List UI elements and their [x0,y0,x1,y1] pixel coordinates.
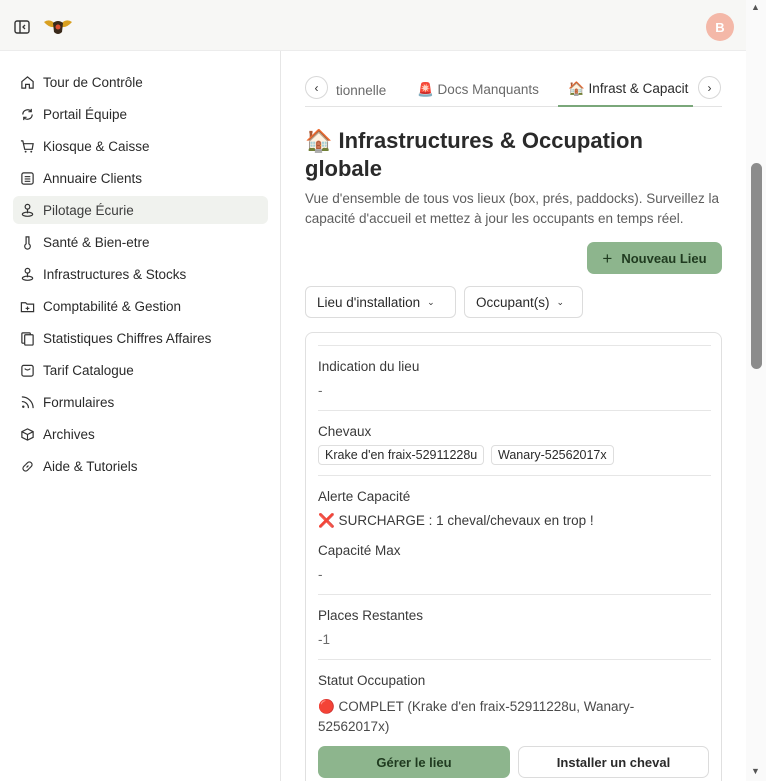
sidebar-item-label: Pilotage Écurie [43,202,134,218]
sidebar-item-comptabilite-gestion[interactable]: Comptabilité & Gestion [13,292,268,320]
chevron-right-icon: › [707,80,712,95]
sidebar-item-label: Aide & Tutoriels [43,458,138,474]
main-content: ‹ tionnelle 🚨 Docs Manquants 🏠 Infrast &… [281,51,746,781]
sidebar-item-tarif-catalogue[interactable]: Tarif Catalogue [13,356,268,384]
avatar[interactable]: B [706,13,734,41]
tab-docs-manquants[interactable]: 🚨 Docs Manquants [417,73,547,107]
filter-occupants-dropdown[interactable]: Occupant(s) ⌄ [464,286,583,318]
sidebar-item-label: Infrastructures & Stocks [43,266,187,282]
divider [318,345,711,346]
filter-occupants-label: Occupant(s) [476,294,550,310]
sidebar-item-label: Formulaires [43,394,115,410]
thermometer-icon [24,235,31,250]
scrollbar[interactable]: ▲ ▼ [746,0,766,781]
filter-location-label: Lieu d'installation [317,294,421,310]
home-icon [21,75,34,89]
location-icon [21,267,34,281]
location-icon [21,203,34,217]
plus-icon: + [602,248,613,268]
location-card: Indication du lieu - Chevaux Krake d'en … [305,332,722,781]
sidebar-item-statistiques-chiffres-affaires[interactable]: Statistiques Chiffres Affaires [13,324,268,352]
sidebar-item-aide-tutoriels[interactable]: Aide & Tutoriels [13,452,268,480]
tab-bar: ‹ tionnelle 🚨 Docs Manquants 🏠 Infrast &… [305,73,722,107]
divider [318,594,711,595]
sidebar-item-portail-equipe[interactable]: Portail Équipe [13,100,268,128]
sidebar-item-infrastructures-stocks[interactable]: Infrastructures & Stocks [13,260,268,288]
list-icon [21,171,34,185]
sidebar: Tour de Contrôle Portail Équipe Kiosque & … [0,51,281,781]
remaining-places-label: Places Restantes [318,608,424,623]
manage-location-button[interactable]: Gérer le lieu [318,746,510,778]
sidebar-item-archives[interactable]: Archives [13,420,268,448]
divider [318,410,711,411]
scroll-down-icon[interactable]: ▼ [751,766,760,776]
tab-scroll-right-button[interactable]: › [698,76,721,99]
refresh-icon [22,108,33,120]
box-icon [21,427,34,441]
sidebar-item-label: Tarif Catalogue [43,362,134,378]
sidebar-item-label: Portail Équipe [43,106,128,122]
filter-location-dropdown[interactable]: Lieu d'installation ⌄ [305,286,456,318]
sidebar-item-label: Statistiques Chiffres Affaires [43,330,212,346]
capacity-max-value: - [318,567,323,582]
sidebar-item-label: Tour de Contrôle [43,74,143,90]
sidebar-item-formulaires[interactable]: Formulaires [13,388,268,416]
occupancy-status-label: Statut Occupation [318,673,426,688]
horses-label: Chevaux [318,424,372,439]
new-location-button[interactable]: + Nouveau Lieu [587,242,722,274]
sidebar-item-sante-bien-etre[interactable]: Santé & Bien-etre [13,228,268,256]
chevron-down-icon: ⌄ [556,296,565,307]
link-icon [22,460,33,472]
horse-chip[interactable]: Wanary-52562017x [491,445,614,465]
page-title: 🏠 Infrastructures & Occupation globale [305,128,643,181]
remaining-places-value: -1 [318,632,331,647]
install-horse-button[interactable]: Installer un cheval [518,746,709,778]
page-description: Vue d'ensemble de tous vos lieux (box, p… [305,191,720,226]
calendar-icon [21,364,34,377]
scroll-up-icon[interactable]: ▲ [751,2,760,12]
new-location-label: Nouveau Lieu [621,250,707,266]
scrollbar-thumb[interactable] [751,163,762,369]
top-bar: B [0,0,746,51]
sidebar-item-label: Kiosque & Caisse [43,138,150,154]
sidebar-item-label: Comptabilité & Gestion [43,298,182,314]
capacity-alert-label: Alerte Capacité [318,489,411,504]
rss-icon [21,395,34,408]
sidebar-item-pilotage-ecurie[interactable]: Pilotage Écurie [13,196,268,224]
tab-scroll-left-button[interactable]: ‹ [305,76,328,99]
winged-horseshoe-logo [44,20,72,34]
occupancy-status-value: 🔴 COMPLET (Krake d'en fraix-52911228u, W… [318,699,635,734]
cart-icon [20,139,34,153]
indication-value: - [318,383,323,398]
sidebar-item-annuaire-clients[interactable]: Annuaire Clients [13,164,268,192]
sidebar-item-label: Archives [43,426,95,442]
tab-infrastructures-capacite[interactable]: 🏠 Infrast & Capacit [558,73,693,107]
indication-label: Indication du lieu [318,359,420,374]
folder-icon [20,301,35,312]
sidebar-item-kiosque-caisse[interactable]: Kiosque & Caisse [13,132,268,160]
chevron-down-icon: ⌄ [427,296,435,307]
sidebar-item-label: Santé & Bien-etre [43,234,150,250]
sidebar-toggle-icon[interactable] [14,19,30,35]
horse-chip[interactable]: Krake d'en fraix-52911228u [318,445,485,465]
sidebar-item-label: Annuaire Clients [43,170,143,186]
tab-operationnelle[interactable]: tionnelle [336,73,406,107]
database-icon [21,331,34,346]
capacity-alert-value: ❌ SURCHARGE : 1 cheval/chevaux en trop ! [318,513,594,528]
sidebar-item-tour-de-controle[interactable]: Tour de Contrôle [13,68,268,96]
chevron-left-icon: ‹ [314,80,319,95]
capacity-max-label: Capacité Max [318,543,401,558]
divider [318,659,711,660]
divider [318,475,711,476]
